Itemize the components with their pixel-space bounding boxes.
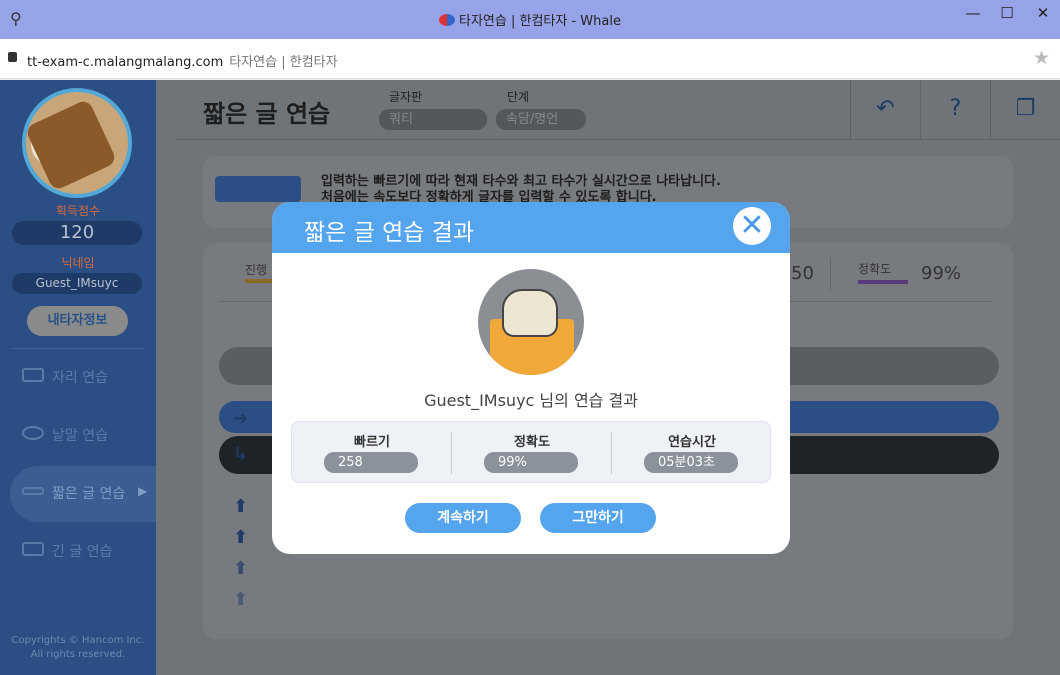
modal-header: 짧은 글 연습 결과 ✕ (272, 202, 790, 253)
accuracy-value: 99% (921, 263, 962, 284)
keyboard-icon (22, 368, 44, 382)
arrow-return-icon: ↳ (233, 444, 249, 465)
help-button[interactable]: ? (920, 80, 990, 140)
stat-accuracy: 정확도 99% (452, 422, 612, 484)
score-value: 120 (12, 221, 142, 245)
arrow-up-icon: ⬆ (233, 496, 249, 517)
keyboard-layout-label: 글자판 (389, 90, 423, 104)
close-modal-button[interactable]: ✕ (733, 207, 771, 245)
speech-bubble-icon (22, 426, 44, 440)
speed-value: 50 (791, 263, 814, 284)
sidebar-item-short-text-practice[interactable]: 짧은 글 연습 ▶ (10, 466, 156, 522)
short-text-icon (22, 487, 44, 495)
progress-indicator (245, 279, 275, 283)
modal-title: 짧은 글 연습 결과 (304, 220, 475, 246)
arrow-up-icon: ⬆ (233, 558, 249, 579)
close-window-button[interactable]: ✕ (1028, 4, 1058, 22)
minimize-button[interactable]: — (958, 4, 988, 22)
window-button[interactable]: ❐ (990, 80, 1060, 140)
level-select[interactable]: 속담/명언 (496, 109, 586, 130)
nickname-value: Guest_IMsuyc (12, 273, 142, 294)
result-name: Guest_IMsuyc 님의 연습 결과 (424, 391, 638, 410)
stat-time: 연습시간 05분03초 (612, 422, 772, 484)
bookmark-star-icon[interactable]: ★ (1033, 47, 1050, 69)
copyright: Copyrights © Hancom Inc. All rights rese… (11, 635, 145, 660)
progress-label: 진행 (245, 263, 268, 277)
result-avatar (478, 269, 584, 375)
page-title: 짧은 글 연습 (203, 100, 331, 128)
accuracy-indicator (858, 280, 908, 284)
avatar (22, 88, 132, 198)
nickname-label: 닉네임 (61, 256, 95, 270)
back-button[interactable]: ↶ (850, 80, 920, 140)
score-label: 획득점수 (55, 204, 101, 218)
close-icon: ✕ (739, 208, 765, 243)
sidebar-item-long-text-practice[interactable]: 긴 글 연습 (0, 524, 156, 580)
result-modal: 짧은 글 연습 결과 ✕ Guest_IMsuyc 님의 연습 결과 빠르기 2… (272, 202, 790, 554)
arrow-up-icon: ⬆ (233, 527, 249, 548)
help-icon: ? (949, 96, 962, 121)
sidebar: 획득점수 120 닉네임 Guest_IMsuyc 내타자정보 자리 연습 낱말… (0, 80, 156, 675)
level-label: 단계 (507, 90, 530, 104)
accuracy-label: 정확도 (858, 262, 892, 276)
lock-icon (8, 52, 17, 62)
caret-right-icon: ▶ (138, 484, 148, 498)
info-badge (215, 176, 301, 202)
arrow-right-icon: ➔ (233, 408, 249, 429)
stop-button[interactable]: 그만하기 (540, 503, 656, 533)
my-info-button[interactable]: 내타자정보 (27, 306, 128, 336)
keyboard-layout-select[interactable]: 쿼티 (379, 109, 487, 130)
result-stats: 빠르기 258 정확도 99% 연습시간 05분03초 (291, 421, 771, 483)
stat-speed: 빠르기 258 (292, 422, 452, 484)
url-text[interactable]: tt-exam-c.malangmalang.com (27, 55, 223, 70)
sidebar-item-word-practice[interactable]: 낱말 연습 (0, 408, 156, 464)
arrow-up-icon: ⬆ (233, 589, 249, 610)
long-text-icon (22, 542, 44, 556)
divider (12, 348, 144, 349)
address-bar[interactable]: tt-exam-c.malangmalang.com 타자연습 | 한컴타자 ★ (0, 39, 1060, 79)
maximize-button[interactable]: ☐ (992, 4, 1022, 22)
window-title: 타자연습 | 한컴타자 - Whale (0, 10, 1060, 29)
title-bar: ⚲ 타자연습 | 한컴타자 - Whale — ☐ ✕ (0, 0, 1060, 39)
sidebar-item-position-practice[interactable]: 자리 연습 (0, 350, 156, 406)
main-header: 짧은 글 연습 글자판 쿼티 단계 속담/명언 ↶ ? ❐ (175, 80, 1060, 140)
continue-button[interactable]: 계속하기 (405, 503, 521, 533)
whale-logo-icon (439, 14, 456, 26)
back-arrow-icon: ↶ (876, 96, 895, 121)
windows-icon: ❐ (1015, 96, 1036, 121)
page-title-text: 타자연습 | 한컴타자 (229, 55, 338, 70)
